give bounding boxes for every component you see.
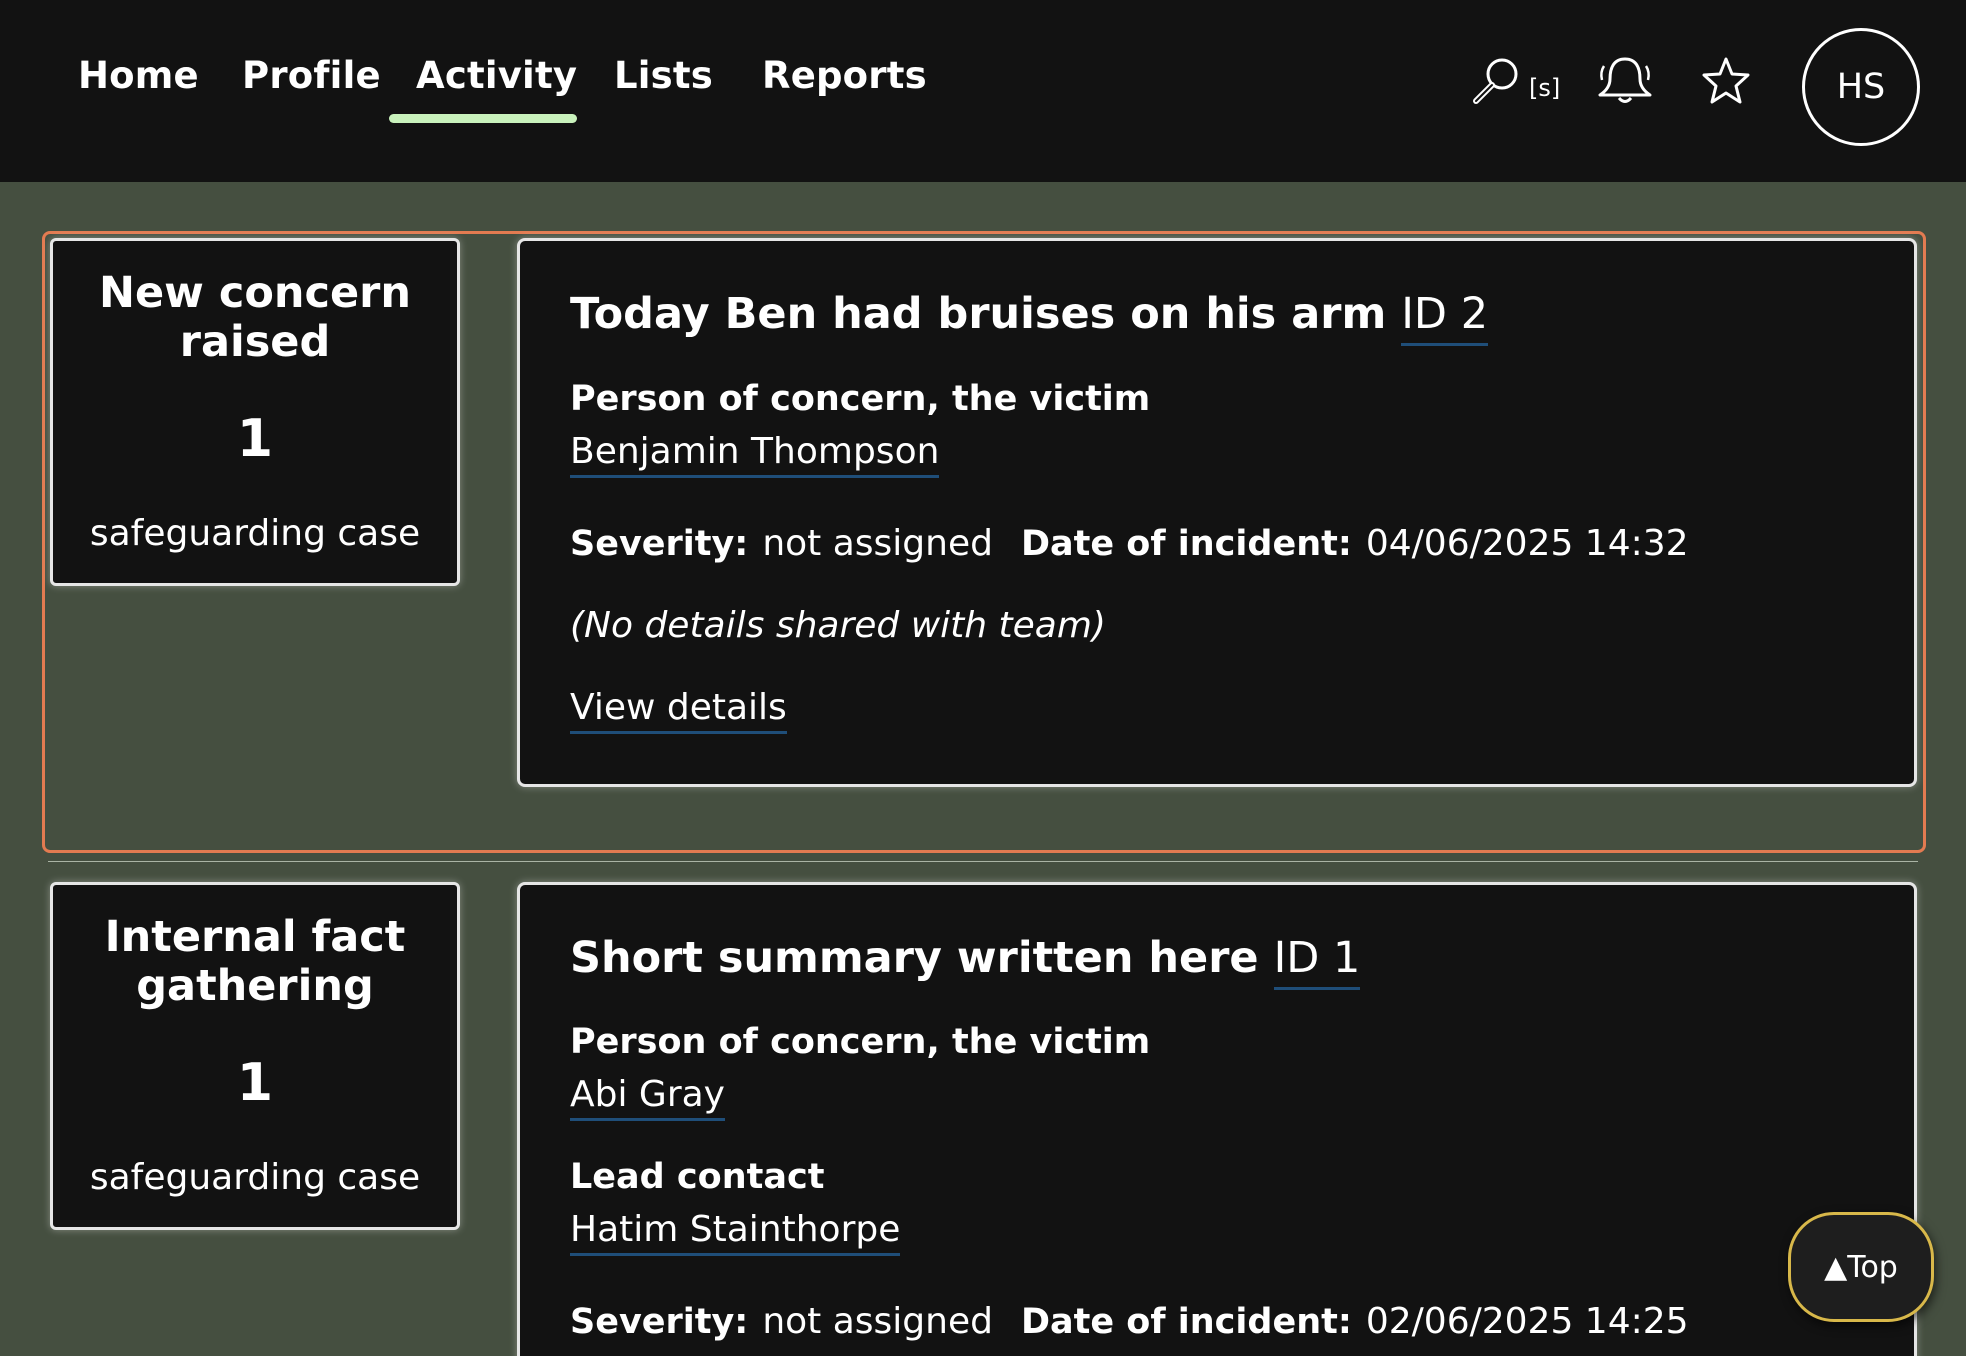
back-to-top-button[interactable]: ▲Top	[1788, 1212, 1934, 1322]
case-summary: Today Ben had bruises on his arm	[570, 289, 1387, 339]
case-title: Short summary written here ID 1	[570, 933, 1361, 990]
nav-activity[interactable]: Activity	[416, 54, 577, 100]
severity-value: not assigned	[762, 523, 993, 564]
star-icon[interactable]	[1698, 55, 1754, 111]
case-id-link[interactable]: ID 2	[1401, 289, 1489, 346]
stage-caption: safeguarding case	[89, 1157, 421, 1198]
search-icon[interactable]	[1468, 54, 1524, 114]
case-card: Short summary written here ID 1 Person o…	[517, 882, 1917, 1356]
date-of-incident-value: 04/06/2025 14:32	[1365, 523, 1689, 564]
severity-label: Severity:	[570, 1302, 749, 1342]
date-of-incident-value: 02/06/2025 14:25	[1365, 1301, 1689, 1342]
case-meta-line: Severity: not assigned Date of incident: 04…	[570, 523, 1689, 564]
lead-contact-label: Lead contact	[570, 1157, 825, 1197]
case-card: Today Ben had bruises on his arm ID 2 Pe…	[517, 238, 1917, 787]
stage-summary-card[interactable]: Internal fact gathering 1 safeguarding c…	[50, 882, 460, 1230]
stage-count: 1	[236, 409, 274, 469]
case-title: Today Ben had bruises on his arm ID 2	[570, 289, 1489, 346]
severity-label: Severity:	[570, 524, 749, 564]
case-id-link[interactable]: ID 1	[1273, 933, 1361, 990]
search-shortcut-hint: [s]	[1529, 74, 1561, 102]
stage-summary-card[interactable]: New concern raised 1 safeguarding case	[50, 238, 460, 586]
date-of-incident-label: Date of incident:	[1020, 524, 1352, 564]
person-of-concern-label: Person of concern, the victim	[570, 379, 1151, 419]
privacy-note: (No details shared with team)	[570, 605, 1106, 646]
bell-icon[interactable]	[1594, 54, 1656, 110]
person-of-concern-link[interactable]: Abi Gray	[570, 1074, 725, 1121]
nav-lists[interactable]: Lists	[614, 54, 713, 100]
lead-contact-link[interactable]: Hatim Stainthorpe	[570, 1209, 901, 1256]
row-divider	[48, 861, 1918, 862]
nav-reports[interactable]: Reports	[762, 54, 927, 100]
stage-count: 1	[236, 1053, 274, 1113]
stage-title: Internal fact gathering	[104, 912, 406, 1011]
case-meta-line: Severity: not assigned Date of incident: 02…	[570, 1301, 1689, 1342]
person-of-concern-link[interactable]: Benjamin Thompson	[570, 431, 940, 478]
active-tab-indicator	[389, 114, 577, 123]
date-of-incident-label: Date of incident:	[1020, 1302, 1352, 1342]
stage-title: New concern raised	[99, 268, 411, 367]
stage-caption: safeguarding case	[89, 513, 421, 554]
nav-home[interactable]: Home	[78, 54, 199, 100]
user-avatar[interactable]: HS	[1802, 28, 1920, 146]
severity-value: not assigned	[762, 1301, 993, 1342]
person-of-concern-label: Person of concern, the victim	[570, 1022, 1151, 1062]
top-navigation-bar: Home Profile Activity Lists Reports [s] …	[0, 0, 1966, 182]
case-summary: Short summary written here	[570, 933, 1259, 983]
nav-profile[interactable]: Profile	[242, 54, 381, 100]
view-details-link[interactable]: View details	[570, 687, 787, 734]
